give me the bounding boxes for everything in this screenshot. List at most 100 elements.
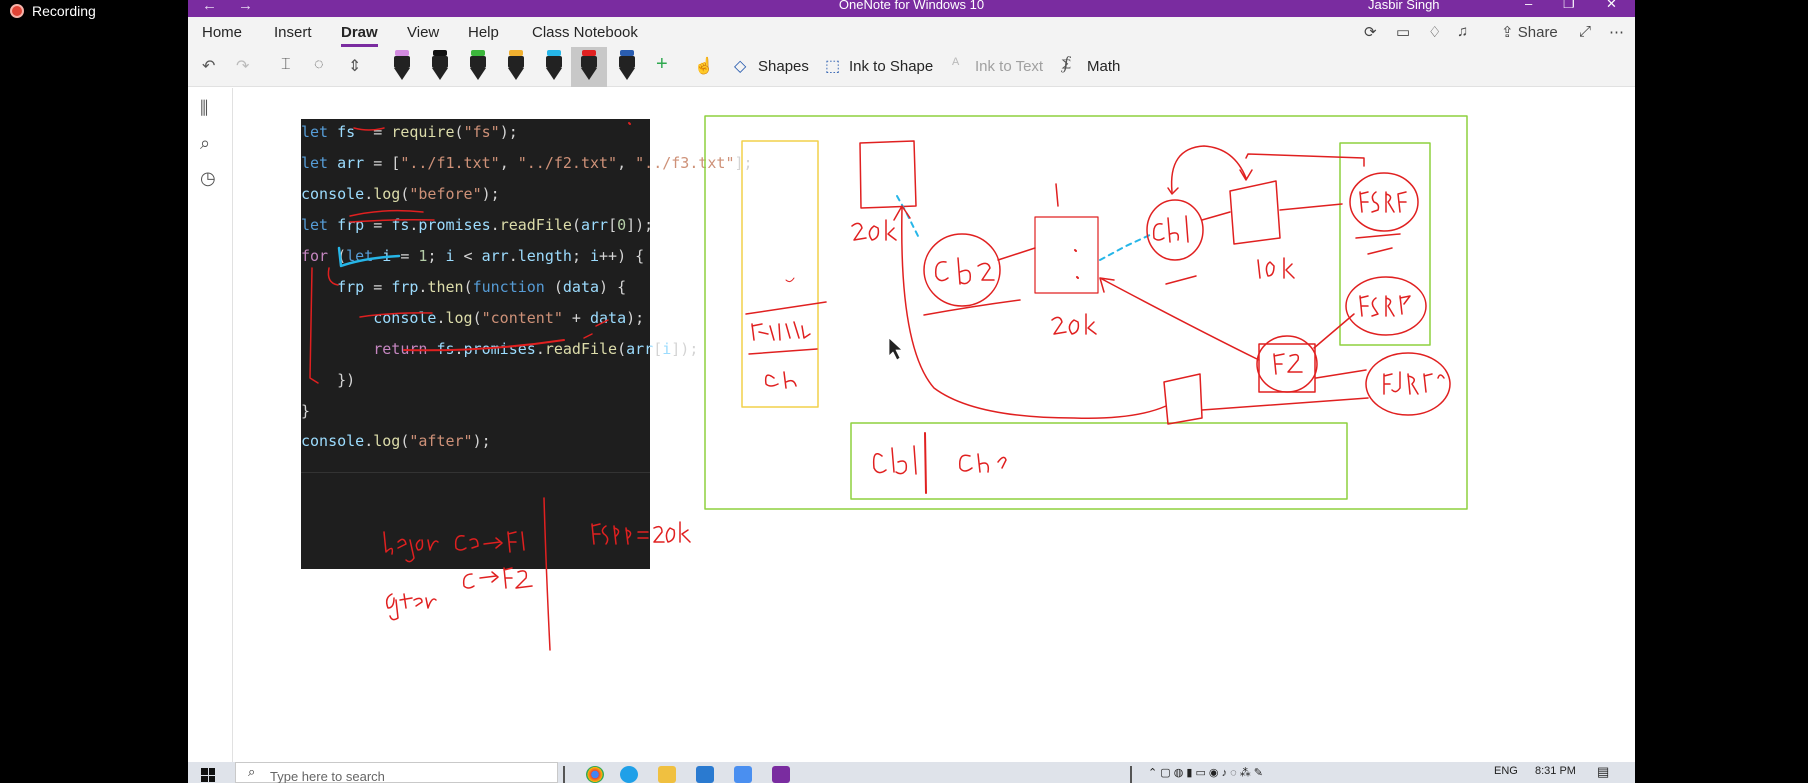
recent-icon[interactable]: ◷ bbox=[200, 168, 216, 189]
ink-underline-promises-1 bbox=[349, 209, 435, 223]
file-explorer-icon[interactable] bbox=[658, 766, 676, 783]
edge-icon[interactable] bbox=[620, 766, 638, 783]
ink-box-center bbox=[1034, 216, 1099, 294]
taskbar-search-input[interactable]: Type here to search bbox=[235, 762, 558, 783]
tab-insert[interactable]: Insert bbox=[274, 24, 312, 41]
vscode-icon[interactable] bbox=[696, 766, 714, 783]
type-select-icon[interactable]: ⌶ bbox=[281, 56, 291, 74]
ink-to-shape-button[interactable]: Ink to Shape bbox=[849, 58, 933, 75]
ink-underlines-fsrf-1 bbox=[1355, 233, 1401, 255]
math-icon[interactable]: ⨋ bbox=[1061, 56, 1071, 74]
ink-underline-readfile bbox=[403, 339, 565, 352]
ink-to-shape-icon[interactable]: ⬚ bbox=[825, 56, 840, 76]
tray-icons[interactable]: ⌃ ▢ ◍ ▮ ▭ ◉ ♪ ◌ ⁂ ✎ bbox=[1148, 766, 1263, 779]
undo-icon[interactable]: ↶ bbox=[202, 56, 215, 76]
tab-help[interactable]: Help bbox=[468, 24, 499, 41]
zoom-icon[interactable] bbox=[734, 766, 752, 783]
ink-to-text-icon[interactable]: ᴬ bbox=[952, 56, 959, 74]
ink-drawings bbox=[309, 115, 1468, 651]
ink-line-bottombox-fsrf3 bbox=[1201, 397, 1369, 411]
ink-callstack-lines bbox=[745, 301, 827, 355]
add-pen-button[interactable]: + bbox=[656, 53, 668, 76]
task-view-divider bbox=[563, 766, 565, 783]
pen-cyan[interactable] bbox=[544, 50, 564, 82]
ink-text-20k-1 bbox=[851, 219, 897, 241]
close-button[interactable]: ✕ bbox=[1606, 0, 1617, 12]
redo-icon[interactable]: ↷ bbox=[236, 56, 249, 76]
ink-text-cb1 bbox=[1152, 215, 1189, 243]
math-button[interactable]: Math bbox=[1087, 58, 1120, 75]
ink-blue-dash-1 bbox=[896, 195, 919, 237]
ink-tick-callstack bbox=[785, 277, 795, 283]
ink-vertical-divider bbox=[543, 497, 551, 651]
tab-draw[interactable]: Draw bbox=[341, 24, 378, 47]
ink-text-c-f2 bbox=[462, 567, 533, 589]
notebooks-icon[interactable]: ⫼ bbox=[200, 98, 208, 119]
ink-line-cb2-center bbox=[997, 247, 1036, 261]
pen-orange[interactable] bbox=[506, 50, 526, 82]
ink-text-fsrf bbox=[751, 321, 811, 341]
ink-text-fsrf-2 bbox=[1359, 295, 1411, 317]
page-canvas[interactable]: let fs = require("fs"); let arr = ["../f1… bbox=[234, 88, 1635, 762]
ink-circle-fsrf-1 bbox=[1349, 172, 1419, 232]
lightbulb-icon[interactable]: ♢ bbox=[1428, 23, 1441, 41]
lasso-select-icon[interactable]: ◌ bbox=[314, 56, 324, 74]
ink-loop-arrow bbox=[1170, 145, 1253, 193]
tab-home[interactable]: Home bbox=[202, 24, 242, 41]
language-indicator[interactable]: ENG bbox=[1494, 765, 1518, 777]
shapes-button[interactable]: Shapes bbox=[758, 58, 809, 75]
add-space-icon[interactable]: ⇕ bbox=[348, 56, 361, 76]
title-bar: ← → OneNote for Windows 10 Jasbir Singh … bbox=[188, 0, 1635, 17]
ink-text-fsrp-20k bbox=[591, 521, 691, 545]
record-icon bbox=[10, 4, 24, 18]
windows-taskbar: Type here to search ⌕ ⌃ ▢ ◍ ▮ ▭ ◉ ♪ ◌ ⁂ … bbox=[188, 762, 1635, 783]
screen: Recording ← → OneNote for Windows 10 Jas… bbox=[0, 0, 1808, 783]
ink-text-ca-f1 bbox=[454, 531, 525, 553]
ink-text-before bbox=[383, 531, 439, 563]
shapes-icon[interactable]: ◇ bbox=[734, 56, 746, 76]
menu-bar: Home Insert Draw View Help Class Noteboo… bbox=[188, 17, 1635, 47]
sync-icon[interactable]: ⟳ bbox=[1364, 23, 1377, 41]
windows-start-icon[interactable] bbox=[201, 768, 215, 782]
recording-indicator[interactable]: Recording bbox=[10, 3, 96, 19]
pen-black[interactable] bbox=[430, 50, 450, 82]
notifications-icon[interactable]: ▤ bbox=[1597, 764, 1609, 780]
nav-sidebar: ⫼ ⌕ ◷ bbox=[188, 88, 233, 762]
ink-dot-1 bbox=[628, 122, 631, 125]
ink-underline-console bbox=[359, 312, 433, 318]
onenote-icon[interactable] bbox=[772, 766, 790, 783]
ink-text-cb2-queue bbox=[958, 453, 1007, 473]
pen-blue[interactable] bbox=[617, 50, 637, 82]
tray-divider bbox=[1130, 766, 1132, 783]
ink-text-fsrf-1 bbox=[1359, 191, 1407, 213]
user-name[interactable]: Jasbir Singh bbox=[1368, 0, 1440, 12]
ink-dots-center bbox=[1074, 249, 1079, 279]
share-button[interactable]: ⇪ Share bbox=[1501, 23, 1558, 41]
ink-text-fsrf-3 bbox=[1383, 371, 1445, 395]
clock[interactable]: 8:31 PM bbox=[1535, 765, 1576, 777]
ink-text-cb2 bbox=[934, 257, 995, 285]
search-icon-taskbar: ⌕ bbox=[248, 764, 256, 779]
pages-icon[interactable]: ▭ bbox=[1396, 23, 1410, 41]
ink-to-text-button[interactable]: Ink to Text bbox=[975, 58, 1043, 75]
bell-icon[interactable]: ♫ bbox=[1457, 23, 1468, 40]
ink-queue-divider bbox=[924, 432, 927, 494]
ink-highlight-loop bbox=[337, 246, 401, 268]
fullscreen-icon[interactable]: ⤢ bbox=[1579, 23, 1591, 40]
chrome-icon[interactable] bbox=[586, 766, 604, 783]
pen-purple-highlighter[interactable] bbox=[392, 50, 412, 82]
touch-draw-icon[interactable]: ☝ bbox=[694, 56, 714, 76]
restore-button[interactable]: ❐ bbox=[1563, 0, 1575, 12]
minimize-button[interactable]: – bbox=[1525, 0, 1532, 11]
more-button[interactable]: ⋯ bbox=[1609, 23, 1624, 41]
ink-line-cb1-box bbox=[1201, 211, 1231, 221]
ink-bracket-left bbox=[309, 267, 319, 384]
ink-text-cb bbox=[764, 371, 797, 389]
share-label: Share bbox=[1517, 24, 1558, 41]
ink-underline-require bbox=[353, 127, 385, 131]
tab-view[interactable]: View bbox=[407, 24, 439, 41]
tab-class-notebook[interactable]: Class Notebook bbox=[532, 24, 638, 41]
search-icon[interactable]: ⌕ bbox=[200, 133, 210, 154]
pen-green[interactable] bbox=[468, 50, 488, 82]
pen-red[interactable] bbox=[579, 50, 599, 82]
